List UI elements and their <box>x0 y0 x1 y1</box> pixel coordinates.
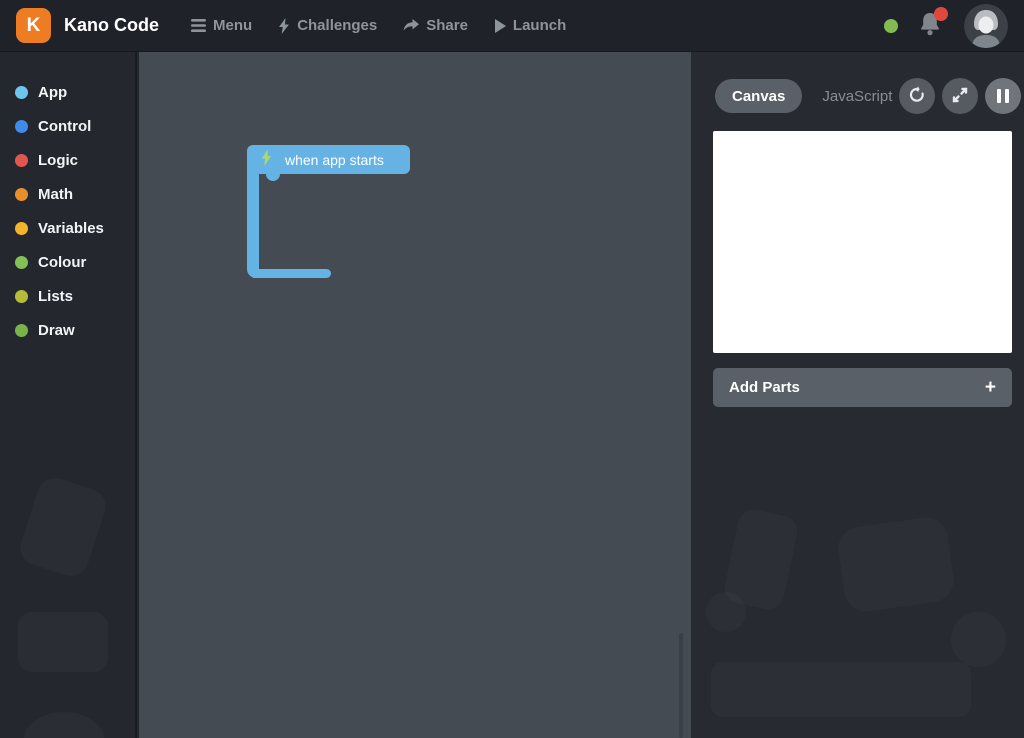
background-doodle <box>711 662 971 717</box>
navbar-right-group <box>884 4 1008 48</box>
nav-item-label: Challenges <box>297 17 377 34</box>
tab-label: Canvas <box>732 88 785 105</box>
category-label: Math <box>38 186 73 203</box>
category-color-dot <box>15 222 28 235</box>
category-label: Colour <box>38 254 86 271</box>
restart-button[interactable] <box>899 78 935 114</box>
sidebar-item-lists[interactable]: Lists <box>0 279 135 313</box>
background-doodle <box>706 592 746 632</box>
category-color-dot <box>15 86 28 99</box>
category-color-dot <box>15 324 28 337</box>
sidebar-item-draw[interactable]: Draw <box>0 313 135 347</box>
tab-canvas[interactable]: Canvas <box>715 79 802 113</box>
top-navbar: K Kano Code Menu Challenges Share <box>0 0 1024 52</box>
category-color-dot <box>15 188 28 201</box>
online-status-dot <box>884 19 898 33</box>
sidebar-item-math[interactable]: Math <box>0 177 135 211</box>
fullscreen-button[interactable] <box>942 78 978 114</box>
category-color-dot <box>15 120 28 133</box>
blockly-workspace[interactable]: when app starts <box>139 52 691 738</box>
category-color-dot <box>15 290 28 303</box>
app-title: Kano Code <box>64 15 159 36</box>
notification-badge <box>934 7 948 21</box>
sidebar-item-app[interactable]: App <box>0 75 135 109</box>
category-label: Control <box>38 118 91 135</box>
menu-icon <box>191 19 206 32</box>
background-doodle <box>16 473 110 580</box>
sidebar-item-colour[interactable]: Colour <box>0 245 135 279</box>
category-label: Draw <box>38 322 75 339</box>
notifications-button[interactable] <box>917 11 945 41</box>
main-nav: Menu Challenges Share Launch <box>191 17 566 34</box>
restart-icon <box>907 85 927 108</box>
tab-label: JavaScript <box>822 88 892 105</box>
workspace-scrollbar[interactable] <box>679 633 683 738</box>
block-body-left <box>247 165 259 278</box>
panel-controls <box>899 78 1024 114</box>
lightning-bolt-icon <box>261 149 272 171</box>
canvas-output[interactable] <box>713 131 1012 353</box>
pause-button[interactable] <box>985 78 1021 114</box>
category-label: Logic <box>38 152 78 169</box>
background-doodle <box>722 507 800 612</box>
play-icon <box>494 19 506 33</box>
category-color-dot <box>15 256 28 269</box>
background-doodle <box>836 515 957 614</box>
add-parts-label: Add Parts <box>729 379 800 396</box>
plus-icon: + <box>985 377 996 399</box>
lightning-icon <box>278 18 290 34</box>
background-doodle <box>24 712 104 738</box>
kano-logo[interactable]: K <box>16 8 51 43</box>
sidebar-item-variables[interactable]: Variables <box>0 211 135 245</box>
category-color-dot <box>15 154 28 167</box>
output-panel: Canvas JavaScript <box>691 52 1024 738</box>
nav-item-label: Launch <box>513 17 566 34</box>
nav-item-label: Menu <box>213 17 252 34</box>
block-body-bottom <box>253 269 331 278</box>
tab-javascript[interactable]: JavaScript <box>822 88 892 105</box>
kano-logo-letter: K <box>27 15 41 37</box>
nav-item-label: Share <box>426 17 468 34</box>
block-hat: when app starts <box>247 145 410 174</box>
add-parts-button[interactable]: Add Parts + <box>713 368 1012 407</box>
background-doodle <box>951 612 1006 667</box>
background-doodle <box>18 612 108 672</box>
kano-code-app: K Kano Code Menu Challenges Share <box>0 0 1024 738</box>
user-avatar-icon <box>964 35 1008 48</box>
nav-item-share[interactable]: Share <box>403 17 468 34</box>
nav-item-launch[interactable]: Launch <box>494 17 566 34</box>
when-app-starts-block[interactable]: when app starts <box>247 145 477 277</box>
block-label: when app starts <box>285 152 384 168</box>
share-arrow-icon <box>403 19 419 33</box>
sidebar-item-logic[interactable]: Logic <box>0 143 135 177</box>
bell-icon <box>917 26 943 43</box>
category-label: Variables <box>38 220 104 237</box>
nav-item-challenges[interactable]: Challenges <box>278 17 377 34</box>
sidebar-item-control[interactable]: Control <box>0 109 135 143</box>
pause-icon <box>997 89 1009 103</box>
category-label: App <box>38 84 67 101</box>
fullscreen-icon <box>951 86 969 107</box>
avatar[interactable] <box>964 4 1008 48</box>
block-category-sidebar: App Control Logic Math Variables Colour … <box>0 52 137 738</box>
category-label: Lists <box>38 288 73 305</box>
nav-item-menu[interactable]: Menu <box>191 17 252 34</box>
panel-header: Canvas JavaScript <box>691 78 1024 114</box>
